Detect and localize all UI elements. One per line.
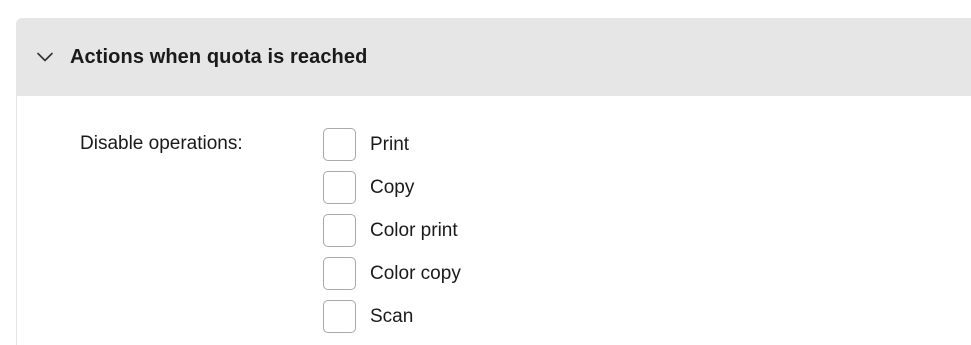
color-copy-checkbox[interactable] [323, 257, 356, 290]
copy-label[interactable]: Copy [370, 176, 414, 200]
color-copy-label[interactable]: Color copy [370, 262, 461, 286]
option-scan[interactable]: Scan [323, 299, 461, 334]
quota-actions-panel: Actions when quota is reached Disable op… [0, 0, 971, 345]
disable-operations-options: Print Copy Color print Color copy Scan [323, 127, 461, 342]
disable-operations-label: Disable operations: [80, 133, 243, 154]
print-label[interactable]: Print [370, 133, 409, 157]
color-print-checkbox[interactable] [323, 214, 356, 247]
option-print[interactable]: Print [323, 127, 461, 162]
section-header-actions-when-quota-reached[interactable]: Actions when quota is reached [16, 18, 971, 96]
option-color-copy[interactable]: Color copy [323, 256, 461, 291]
copy-checkbox[interactable] [323, 171, 356, 204]
section-divider [16, 96, 17, 345]
print-checkbox[interactable] [323, 128, 356, 161]
section-title: Actions when quota is reached [70, 45, 368, 68]
chevron-down-icon[interactable] [36, 48, 54, 66]
option-copy[interactable]: Copy [323, 170, 461, 205]
scan-label[interactable]: Scan [370, 305, 413, 329]
color-print-label[interactable]: Color print [370, 219, 458, 243]
scan-checkbox[interactable] [323, 300, 356, 333]
option-color-print[interactable]: Color print [323, 213, 461, 248]
